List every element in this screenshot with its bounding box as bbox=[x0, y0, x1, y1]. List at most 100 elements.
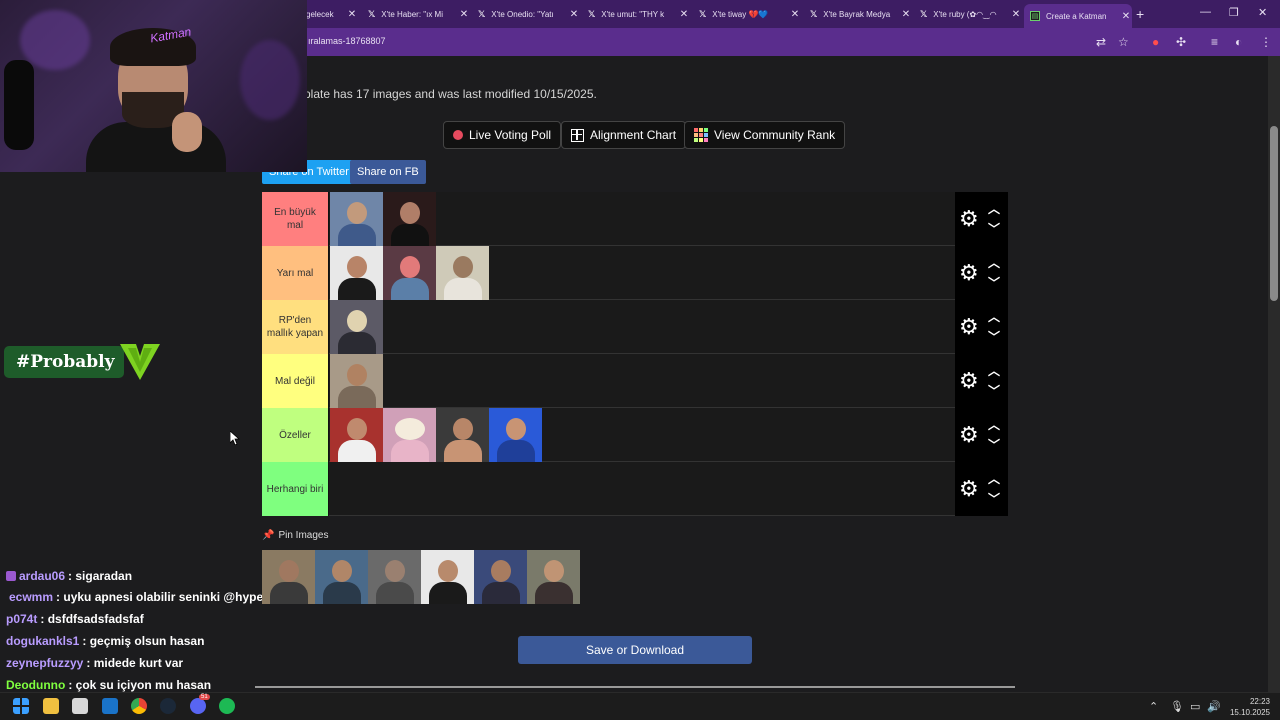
tab-gelecek[interactable]: gelecek ✕ bbox=[300, 4, 358, 24]
tier-image[interactable] bbox=[330, 300, 383, 354]
alignment-chart-button[interactable]: Alignment Chart bbox=[561, 121, 687, 149]
tiermaker-favicon-icon: ▤ bbox=[1030, 11, 1040, 21]
tier-items bbox=[330, 300, 383, 354]
chat-text: : dsfdfsadsfadsfaf bbox=[40, 612, 144, 626]
horizontal-scrollbar[interactable] bbox=[255, 686, 1015, 688]
windows-start-icon[interactable] bbox=[13, 698, 29, 714]
tab-x-tiway[interactable]: 𝕏 X'te tiway 💔💙 ✕ bbox=[693, 4, 801, 24]
probably-badge: #Probably bbox=[4, 346, 125, 378]
live-voting-poll-button[interactable]: Live Voting Poll bbox=[443, 121, 562, 149]
chevron-up-icon[interactable]: ︿ bbox=[988, 470, 1000, 487]
microphone-icon[interactable]: 🎙 bbox=[1170, 700, 1184, 713]
gear-icon[interactable]: ⚙ bbox=[959, 316, 979, 338]
tier-label[interactable]: Yarı mal bbox=[262, 246, 329, 300]
pool-image[interactable] bbox=[315, 550, 368, 604]
chat-text: : sigaradan bbox=[68, 569, 133, 583]
tier-label[interactable]: Herhangi biri bbox=[262, 462, 329, 516]
steam-icon[interactable] bbox=[160, 698, 176, 714]
tab-close-icon[interactable]: ✕ bbox=[900, 9, 912, 20]
translate-icon[interactable]: ⇄ bbox=[1096, 35, 1106, 49]
file-explorer-icon[interactable] bbox=[43, 698, 59, 714]
url-field[interactable]: ıralamas-18768807 bbox=[308, 36, 386, 46]
save-or-download-button[interactable]: Save or Download bbox=[518, 636, 752, 664]
tier-image[interactable] bbox=[383, 408, 436, 462]
media-control-icon[interactable]: ≡ bbox=[1211, 35, 1218, 49]
tier-row: Mal değil ⚙ ︿ ﹀ bbox=[262, 354, 1008, 408]
chevron-down-icon[interactable]: ﹀ bbox=[988, 328, 1000, 345]
chevron-up-icon[interactable]: ︿ bbox=[988, 416, 1000, 433]
gear-icon[interactable]: ⚙ bbox=[959, 478, 979, 500]
pool-image[interactable] bbox=[368, 550, 421, 604]
pool-image[interactable] bbox=[262, 550, 315, 604]
browser-menu-icon[interactable]: ⋮ bbox=[1260, 35, 1272, 49]
tab-x-bayrak-medya[interactable]: 𝕏 X'te Bayrak Medya ✕ bbox=[804, 4, 912, 24]
gear-icon[interactable]: ⚙ bbox=[959, 370, 979, 392]
pool-image[interactable] bbox=[527, 550, 580, 604]
chrome-icon[interactable] bbox=[131, 698, 147, 714]
minimize-icon[interactable]: — bbox=[1200, 6, 1211, 18]
tier-image[interactable] bbox=[330, 354, 383, 408]
tab-close-icon[interactable]: ✕ bbox=[458, 9, 470, 20]
share-fb-button[interactable]: Share on FB bbox=[350, 160, 426, 184]
spotify-icon[interactable] bbox=[219, 698, 235, 714]
pool-image[interactable] bbox=[474, 550, 527, 604]
chevron-down-icon[interactable]: ﹀ bbox=[988, 274, 1000, 291]
tab-close-icon[interactable]: ✕ bbox=[1010, 9, 1022, 20]
tier-image[interactable] bbox=[330, 408, 383, 462]
tab-close-icon[interactable]: ✕ bbox=[789, 9, 801, 20]
tab-create-katman[interactable]: ▤ Create a Katman ✕ bbox=[1024, 4, 1132, 28]
profile-avatar-icon[interactable]: ◐ bbox=[1235, 35, 1242, 49]
new-tab-button[interactable]: + bbox=[1136, 6, 1144, 22]
tab-close-icon[interactable]: ✕ bbox=[678, 9, 690, 20]
chevron-down-icon[interactable]: ﹀ bbox=[988, 382, 1000, 399]
network-icon[interactable]: ▭ bbox=[1190, 700, 1200, 713]
tab-x-onedio[interactable]: 𝕏 X'te Onedio: "Yatı ✕ bbox=[472, 4, 580, 24]
chevron-down-icon[interactable]: ﹀ bbox=[988, 436, 1000, 453]
chevron-down-icon[interactable]: ﹀ bbox=[988, 220, 1000, 237]
tier-image[interactable] bbox=[489, 408, 542, 462]
tier-items bbox=[330, 354, 383, 408]
chevron-up-icon[interactable]: ︿ bbox=[988, 308, 1000, 325]
tab-close-icon[interactable]: ✕ bbox=[346, 9, 358, 20]
bookmark-star-icon[interactable]: ☆ bbox=[1118, 35, 1129, 49]
tier-image[interactable] bbox=[436, 246, 489, 300]
discord-icon[interactable]: 51 bbox=[190, 694, 210, 714]
tier-image[interactable] bbox=[330, 246, 383, 300]
chevron-down-icon[interactable]: ﹀ bbox=[988, 490, 1000, 507]
tier-controls: ⚙ ︿ ﹀ bbox=[955, 354, 1008, 408]
chevron-up-icon[interactable]: ︿ bbox=[988, 362, 1000, 379]
chevron-up-icon[interactable]: ︿ bbox=[988, 200, 1000, 217]
store-icon[interactable] bbox=[72, 698, 88, 714]
restore-icon[interactable]: ❐ bbox=[1229, 6, 1239, 19]
tier-image[interactable] bbox=[383, 192, 436, 246]
gear-icon[interactable]: ⚙ bbox=[959, 424, 979, 446]
tier-label[interactable]: En büyük mal bbox=[262, 192, 329, 246]
tab-x-haber[interactable]: 𝕏 X'te Haber: "ıx Mi ✕ bbox=[362, 4, 470, 24]
tier-label[interactable]: Özeller bbox=[262, 408, 329, 462]
tier-image[interactable] bbox=[330, 192, 383, 246]
close-window-icon[interactable]: ✕ bbox=[1258, 6, 1267, 19]
tier-label[interactable]: RP'den mallık yapan bbox=[262, 300, 329, 354]
system-clock[interactable]: 22:23 15.10.2025 bbox=[1224, 696, 1270, 718]
page-scrollbar[interactable] bbox=[1268, 56, 1280, 692]
gear-icon[interactable]: ⚙ bbox=[959, 208, 979, 230]
scrollbar-thumb[interactable] bbox=[1270, 126, 1278, 301]
tier-label[interactable]: Mal değil bbox=[262, 354, 329, 408]
tab-x-ruby[interactable]: 𝕏 X'te ruby (✿◠‿◠ ✕ bbox=[914, 4, 1022, 24]
extension-record-icon[interactable]: ● bbox=[1152, 35, 1159, 49]
chat-username: p074t bbox=[6, 612, 38, 626]
tier-image[interactable] bbox=[383, 246, 436, 300]
tier-image[interactable] bbox=[436, 408, 489, 462]
pool-image[interactable] bbox=[421, 550, 474, 604]
outlook-icon[interactable] bbox=[102, 698, 118, 714]
extensions-puzzle-icon[interactable]: ✣ bbox=[1176, 35, 1186, 49]
chevron-up-icon[interactable]: ︿ bbox=[988, 254, 1000, 271]
view-community-rank-button[interactable]: View Community Rank bbox=[684, 121, 846, 149]
tray-chevron-up-icon[interactable]: ⌃ bbox=[1149, 700, 1158, 713]
tab-close-icon[interactable]: ✕ bbox=[568, 9, 580, 20]
gear-icon[interactable]: ⚙ bbox=[959, 262, 979, 284]
pin-images-label[interactable]: 📌 Pin Images bbox=[262, 530, 328, 541]
volume-icon[interactable]: 🔊 bbox=[1207, 700, 1221, 713]
tab-x-umut[interactable]: 𝕏 X'te umut: "THY k ✕ bbox=[582, 4, 690, 24]
tab-close-icon[interactable]: ✕ bbox=[1120, 11, 1132, 22]
